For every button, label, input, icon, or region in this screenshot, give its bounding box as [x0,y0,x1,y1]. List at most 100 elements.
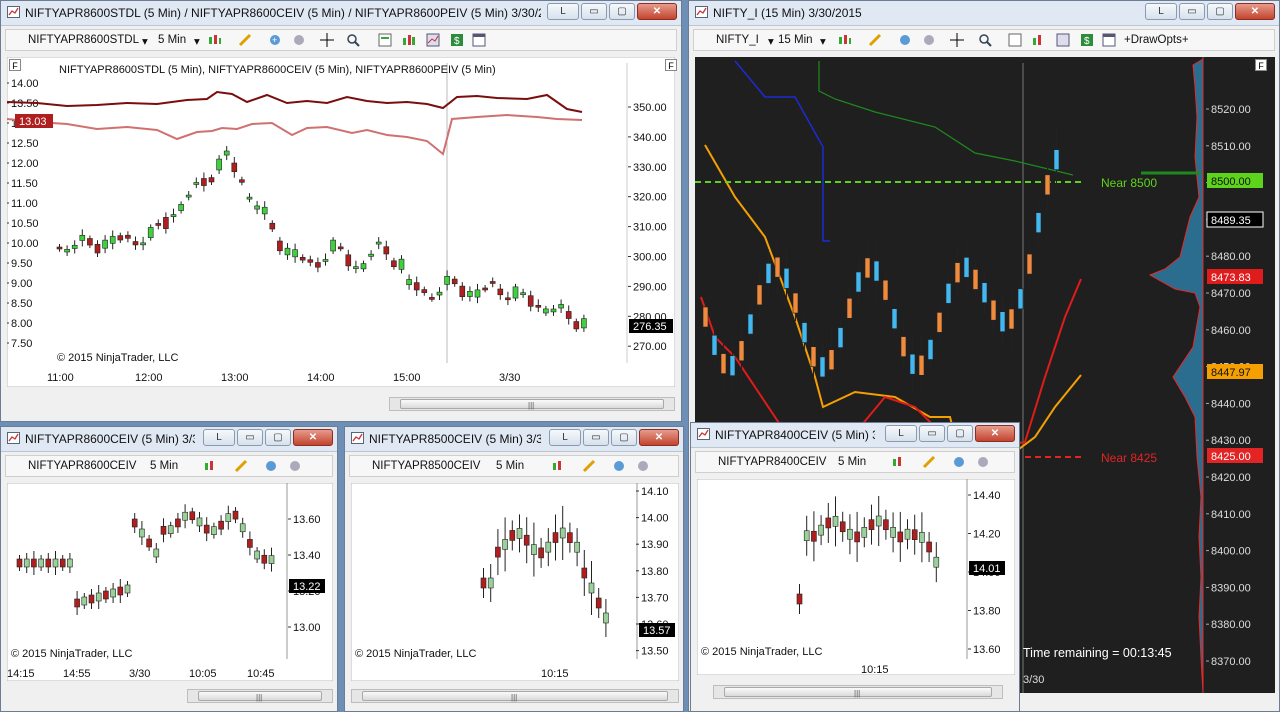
candle-body [720,353,727,374]
dropdown-icon[interactable]: ▾ [194,34,200,48]
link-button[interactable]: L [885,425,917,442]
zoom-in-icon[interactable] [898,33,912,47]
price-chart-8600ceiv[interactable]: 13.6013.4013.2013.00 14:1514:553/3010:05… [7,483,333,681]
data-box-icon[interactable] [378,33,392,47]
close-button[interactable]: ✕ [975,425,1015,442]
pencil-icon[interactable] [582,459,596,473]
bar-type-icon[interactable] [208,33,222,47]
dollar-icon[interactable]: $ [450,33,464,47]
minimize-button[interactable]: ▭ [581,3,607,20]
properties-icon[interactable] [1102,33,1116,47]
link-button[interactable]: L [203,429,235,446]
candle-body [74,598,80,608]
minimize-button[interactable]: ▭ [237,429,263,446]
data-box-icon[interactable] [1008,33,1022,47]
candle-body [990,299,997,321]
instrument-selector[interactable]: NIFTYAPR8600STDL [28,34,139,46]
link-button[interactable]: L [549,429,581,446]
strategy-icon[interactable] [1056,33,1070,47]
axis-tick-label: 13.90 [641,539,669,551]
draw-options-button[interactable]: +DrawOpts+ [1124,34,1189,46]
maximize-button[interactable]: ▢ [947,425,973,442]
zoom-in-icon[interactable] [612,459,626,473]
axis-tick-label: 8470.00 [1211,288,1251,300]
horizontal-scrollbar[interactable]: ||| [389,397,675,411]
scrollbar-thumb[interactable]: ||| [198,691,322,702]
price-chart-8400ceiv[interactable]: 14.4014.2014.0013.8013.60 10:15 © 2015 N… [697,479,1015,675]
window-titlebar[interactable]: NIFTYAPR8600CEIV (5 Min) 3/30/2015 L ▭ ▢… [1,427,337,452]
close-button[interactable]: ✕ [639,429,679,446]
close-button[interactable]: ✕ [293,429,333,446]
interval-selector[interactable]: 5 Min [838,456,866,468]
dollar-icon[interactable]: $ [1080,33,1094,47]
window-titlebar[interactable]: NIFTYAPR8600STDL (5 Min) / NIFTYAPR8600C… [1,1,681,26]
pencil-icon[interactable] [868,33,882,47]
f-marker-right[interactable]: F [1255,59,1267,71]
crosshair-icon[interactable] [950,33,964,47]
zoom-out-icon[interactable] [288,459,302,473]
strategy-icon[interactable] [426,33,440,47]
zoom-out-icon[interactable] [922,33,936,47]
window-titlebar[interactable]: NIFTY_I (15 Min) 3/30/2015 L ▭ ▢ ✕ [689,1,1279,26]
minimize-button[interactable]: ▭ [583,429,609,446]
zoom-in-icon[interactable] [264,459,278,473]
candle-body [875,515,882,527]
candle-body [131,518,138,528]
link-button[interactable]: L [547,3,579,20]
pencil-icon[interactable] [922,455,936,469]
interval-selector[interactable]: 15 Min [778,34,813,46]
zoom-out-icon[interactable] [292,33,306,47]
indicators-icon[interactable] [1032,33,1046,47]
price-chart-std[interactable]: NIFTYAPR8600STDL (5 Min), NIFTYAPR8600CE… [7,57,675,387]
axis-tick-label: 8460.00 [1211,325,1251,337]
bar-type-icon[interactable] [892,455,906,469]
scrollbar-thumb[interactable]: ||| [400,399,664,410]
zoom-out-icon[interactable] [976,455,990,469]
scrollbar-thumb[interactable]: ||| [362,691,668,702]
f-marker-right[interactable]: F [665,59,677,71]
indicators-icon[interactable] [402,33,416,47]
candle-body [911,529,918,540]
interval-selector[interactable]: 5 Min [158,34,186,46]
bar-type-icon[interactable] [204,459,218,473]
close-button[interactable]: ✕ [637,3,677,20]
maximize-button[interactable]: ▢ [611,429,637,446]
dropdown-icon[interactable]: ▾ [768,34,774,48]
horizontal-scrollbar[interactable]: ||| [187,689,333,703]
instrument-selector[interactable]: NIFTY_I [716,34,759,46]
maximize-button[interactable]: ▢ [609,3,635,20]
zoom-in-icon[interactable]: + [268,33,282,47]
dropdown-icon[interactable]: ▾ [820,34,826,48]
zoom-in-icon[interactable] [952,455,966,469]
f-marker-left[interactable]: F [9,59,21,71]
crosshair-icon[interactable] [320,33,334,47]
zoom-out-icon[interactable] [636,459,650,473]
instrument-selector[interactable]: NIFTYAPR8500CEIV [372,460,480,472]
magnifier-icon[interactable] [978,33,992,47]
pencil-icon[interactable] [238,33,252,47]
minimize-button[interactable]: ▭ [1179,3,1205,20]
bar-type-icon[interactable] [552,459,566,473]
pencil-icon[interactable] [234,459,248,473]
interval-selector[interactable]: 5 Min [496,460,524,472]
magnifier-icon[interactable] [346,33,360,47]
minimize-button[interactable]: ▭ [919,425,945,442]
window-titlebar[interactable]: NIFTYAPR8400CEIV (5 Min) 3/30/2015 L ▭ ▢… [691,423,1019,448]
dropdown-icon[interactable]: ▾ [142,34,148,48]
maximize-button[interactable]: ▢ [265,429,291,446]
window-titlebar[interactable]: NIFTYAPR8500CEIV (5 Min) 3/30/2015 L ▭ ▢… [345,427,683,452]
instrument-selector[interactable]: NIFTYAPR8600CEIV [28,460,136,472]
instrument-selector[interactable]: NIFTYAPR8400CEIV [718,456,826,468]
candle-body [999,311,1006,332]
horizontal-scrollbar[interactable]: ||| [351,689,679,703]
bar-type-icon[interactable] [838,33,852,47]
interval-selector[interactable]: 5 Min [150,460,178,472]
link-button[interactable]: L [1145,3,1177,20]
candle-body [573,321,580,330]
maximize-button[interactable]: ▢ [1207,3,1233,20]
price-chart-8500ceiv[interactable]: 14.1014.0013.9013.8013.7013.6013.50 10:1… [351,483,679,681]
horizontal-scrollbar[interactable]: ||| [713,685,1003,699]
properties-icon[interactable] [472,33,486,47]
close-button[interactable]: ✕ [1235,3,1275,20]
scrollbar-thumb[interactable]: ||| [724,687,992,698]
